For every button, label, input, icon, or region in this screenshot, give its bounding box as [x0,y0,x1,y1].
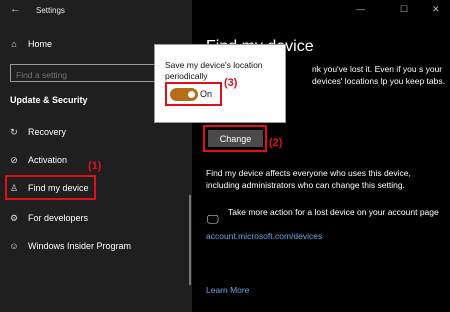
developers-icon: ⚙ [9,212,19,223]
sidebar-item-label: Windows Insider Program [28,241,132,251]
back-arrow-icon[interactable]: ← [10,3,21,15]
minimize-icon[interactable]: — [356,4,365,14]
account-link[interactable]: account.microsoft.com/devices [206,231,322,241]
highlight-box-toggle [165,82,222,106]
highlight-box-find-device [5,175,96,200]
annotation-step3: (3) [224,77,238,89]
sidebar-item-developers[interactable]: ⚙ For developers [0,208,188,228]
sidebar-item-label: Home [28,39,53,49]
annotation-step1: (1) [88,160,102,172]
window-title: Settings [36,6,65,15]
sidebar-item-label: Activation [28,155,68,165]
recovery-icon: ↻ [10,126,18,137]
home-icon: ⌂ [11,39,17,49]
sidebar-scrollbar[interactable] [189,195,191,285]
insider-icon: ☺ [9,241,19,251]
popup-text: Save my device's location periodically [165,60,263,81]
activation-icon: ⊘ [10,154,18,165]
annotation-step2: (2) [269,137,283,149]
highlight-box-change [203,125,267,152]
more-action-text: Take more action for a lost device on yo… [228,207,439,217]
sidebar-item-label: For developers [28,213,89,223]
search-input[interactable] [11,67,156,83]
close-icon[interactable]: ✕ [432,4,440,15]
description-text: Find my device affects everyone who uses… [206,168,411,190]
learn-more-link[interactable]: Learn More [206,285,249,295]
maximize-icon[interactable]: ☐ [400,4,408,15]
sidebar-item-insider[interactable]: ☺ Windows Insider Program [0,236,188,256]
intro-text: nk you've lost it. Even if you s your de… [312,64,445,86]
section-title: Update & Security [10,95,88,105]
laptop-icon: 🖵 [207,212,219,226]
sidebar-item-label: Recovery [28,127,67,137]
sidebar-item-recovery[interactable]: ↻ Recovery [0,122,188,142]
